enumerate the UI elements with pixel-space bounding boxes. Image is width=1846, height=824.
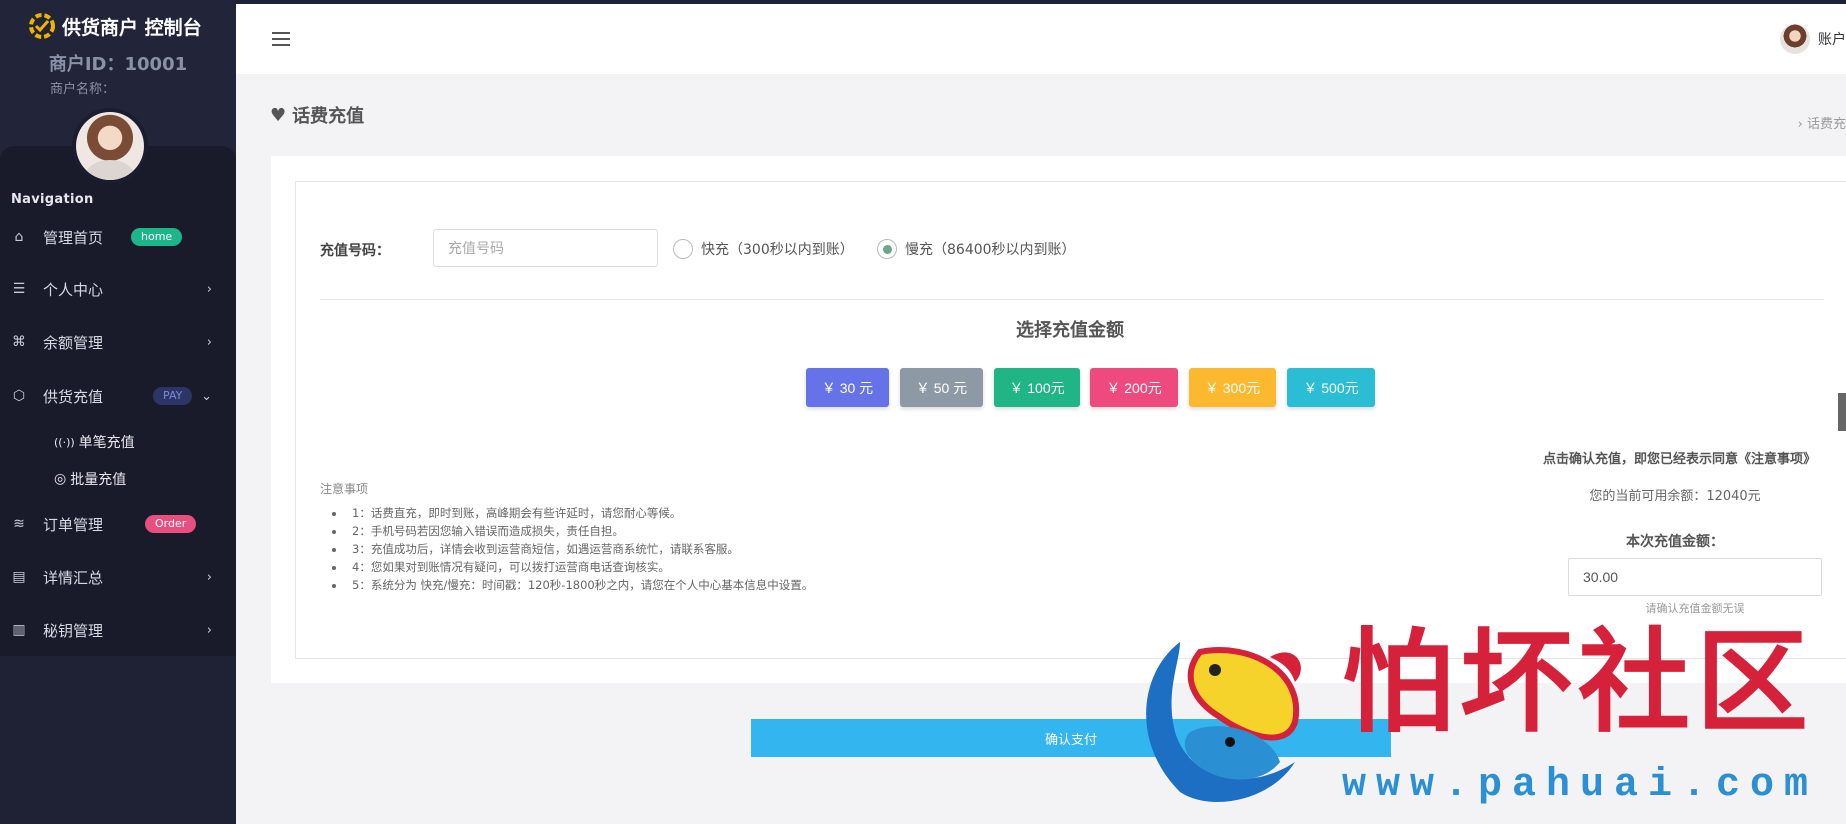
- merchant-name: 商户名称：: [50, 82, 116, 97]
- sidebar-item-keys[interactable]: ▥ 秘钥管理 ›: [0, 608, 236, 652]
- home-badge: home: [131, 228, 183, 246]
- sidebar-item-home[interactable]: ⌂ 管理首页 home: [0, 215, 236, 259]
- heart-icon: ♥: [270, 104, 287, 126]
- amount-button-50[interactable]: ￥ 50 元: [900, 368, 983, 407]
- amount-button-30[interactable]: ￥ 30 元: [806, 368, 889, 407]
- amount-button-200[interactable]: ￥ 200元: [1090, 368, 1178, 407]
- amount-button-100[interactable]: ￥ 100元: [994, 368, 1080, 407]
- order-badge: Order: [145, 515, 197, 533]
- target-icon: ◎: [54, 471, 67, 487]
- box-icon: ⬡: [12, 388, 26, 404]
- agree-text: 点击确认充值，即您已经表示同意《注意事项》: [1542, 452, 1816, 467]
- sidebar-item-label: 秘钥管理: [43, 621, 104, 640]
- watermark-url: www.pahuai.com: [1342, 763, 1819, 808]
- amount-label: 本次充值金额：: [1626, 534, 1724, 550]
- chevron-right-icon: ›: [206, 281, 212, 297]
- layers-icon: ≋: [13, 516, 25, 532]
- home-icon: ⌂: [14, 229, 24, 245]
- topbar: 账户: [236, 0, 1846, 74]
- avatar-image: [76, 112, 144, 180]
- note-item: 2：手机号码若因您输入错误而造成损失，责任自担。: [346, 522, 813, 540]
- list-icon: ☰: [12, 281, 26, 297]
- pay-badge: PAY: [153, 387, 193, 405]
- sidebar-subitem-batch[interactable]: ◎ 批量充值: [54, 469, 126, 489]
- avatar[interactable]: [72, 108, 148, 184]
- notes-list: 1：话费直充，即时到账，高峰期会有些许延时，请您耐心等候。 2：手机号码若因您输…: [346, 504, 813, 594]
- radio-slow[interactable]: 慢充（86400秒以内到账）: [877, 239, 1076, 259]
- radio-slow-label: 慢充（86400秒以内到账）: [905, 242, 1076, 258]
- page-title: ♥ 话费充值: [270, 102, 364, 128]
- balance-text: 您的当前可用余额：12040元: [1589, 489, 1761, 504]
- merchant-id: 商户ID：10001: [48, 54, 188, 75]
- broadcast-icon: ((·)): [54, 435, 75, 449]
- choose-amount-title: 选择充值金额: [1016, 320, 1124, 341]
- sidebar-item-label: 供货充值: [43, 387, 104, 406]
- scrollbar-thumb[interactable]: [1838, 393, 1846, 431]
- page-title-text: 话费充值: [292, 106, 365, 127]
- phone-label: 充值号码：: [320, 243, 390, 259]
- map-icon: ▥: [12, 622, 26, 638]
- phone-input[interactable]: [433, 229, 658, 267]
- confirm-pay-button[interactable]: 确认支付: [751, 719, 1391, 757]
- notes-title: 注意事项: [320, 482, 369, 496]
- command-icon: ⌘: [12, 334, 26, 350]
- chevron-right-icon: ›: [206, 334, 212, 350]
- chevron-down-icon: ⌄: [201, 388, 212, 404]
- sidebar-subitem-single[interactable]: ((·)) 单笔充值: [54, 432, 135, 452]
- user-menu[interactable]: 账户: [1780, 24, 1846, 54]
- amount-hint: 请确认充值金额无误: [1645, 602, 1745, 615]
- sidebar-item-label: 个人中心: [43, 280, 104, 299]
- divider: [320, 299, 1824, 300]
- sidebar-item-label: 订单管理: [43, 515, 104, 534]
- user-label: 账户: [1818, 32, 1846, 48]
- note-item: 5：系统分为 快充/慢充：时间戳：120秒-1800秒之内，请您在个人中心基本信…: [346, 576, 813, 594]
- chevron-right-icon: ›: [206, 622, 212, 638]
- sidebar-item-recharge[interactable]: ⬡ 供货充值 PAY ⌄: [0, 374, 236, 418]
- amount-button-500[interactable]: ￥ 500元: [1287, 368, 1375, 407]
- user-avatar: [1780, 24, 1810, 54]
- amount-button-300[interactable]: ￥ 300元: [1189, 368, 1276, 407]
- sidebar-item-orders[interactable]: ≋ 订单管理 Order: [0, 502, 236, 546]
- sidebar-item-profile[interactable]: ☰ 个人中心 ›: [0, 267, 236, 311]
- brand-logo-icon: [28, 12, 56, 40]
- sidebar-item-details[interactable]: ▤ 详情汇总 ›: [0, 555, 236, 599]
- menu-toggle-icon[interactable]: [272, 32, 290, 46]
- sidebar-item-label: 余额管理: [43, 333, 104, 352]
- note-item: 4：您如果对到账情况有疑问，可以拨打运营商电话查询核实。: [346, 558, 813, 576]
- note-item: 3：充值成功后，详情会收到运营商短信，如遇运营商系统忙，请联系客服。: [346, 540, 813, 558]
- radio-fast-label: 快充（300秒以内到账）: [701, 242, 854, 258]
- document-icon: ▤: [12, 569, 26, 585]
- radio-fast-circle[interactable]: [673, 239, 693, 259]
- amount-input[interactable]: [1568, 558, 1822, 596]
- sidebar-item-balance[interactable]: ⌘ 余额管理 ›: [0, 320, 236, 364]
- brand-title: 供货商户 控制台: [62, 16, 202, 39]
- subitem-label: 批量充值: [70, 472, 127, 488]
- subitem-label: 单笔充值: [78, 435, 135, 451]
- note-item: 1：话费直充，即时到账，高峰期会有些许延时，请您耐心等候。: [346, 504, 813, 522]
- breadcrumb[interactable]: › 话费充: [1798, 113, 1846, 132]
- chevron-right-icon: ›: [206, 569, 212, 585]
- radio-fast[interactable]: 快充（300秒以内到账）: [673, 239, 854, 259]
- sidebar-item-label: 详情汇总: [43, 568, 104, 587]
- brand[interactable]: 供货商户 控制台: [28, 12, 202, 40]
- nav-title: Navigation: [11, 192, 94, 207]
- radio-slow-circle[interactable]: [877, 239, 897, 259]
- sidebar: 供货商户 控制台 商户ID：10001 商户名称： Navigation ⌂ 管…: [0, 0, 236, 824]
- sidebar-item-label: 管理首页: [43, 228, 104, 247]
